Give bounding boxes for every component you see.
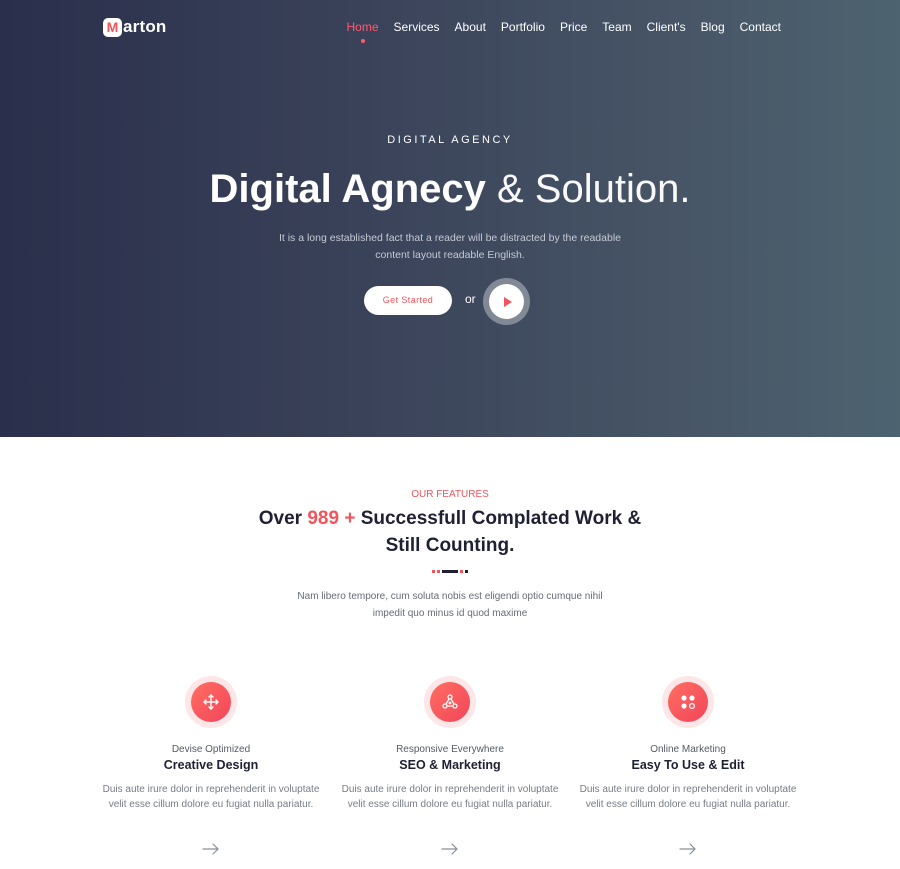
features-eyebrow: OUR FEATURES (411, 489, 489, 500)
hero-description: It is a long established fact that a rea… (278, 232, 622, 261)
logo-mark: M (103, 17, 122, 37)
hero-eyebrow: DIGITAL AGENCY (387, 134, 513, 146)
hero-title-bold: Digital Agnecy (209, 167, 486, 211)
nav-item-blog[interactable]: Blog (701, 20, 725, 34)
play-button-inner (489, 284, 524, 319)
nav-item-home[interactable]: Home (346, 20, 379, 43)
main-menu: Home Services About Portfolio Price Team… (332, 20, 781, 43)
feature-text: Duis aute irure dolor in reprehenderit i… (579, 784, 797, 810)
divider-bar (441, 570, 459, 573)
feature-subtitle: Responsive Everywhere (396, 744, 504, 755)
features-description: Nam libero tempore, cum soluta nobis est… (297, 591, 603, 619)
feature-subtitle: Devise Optimized (171, 744, 251, 755)
nav-item-portfolio[interactable]: Portfolio (501, 20, 545, 34)
feature-text: Duis aute irure dolor in reprehenderit i… (341, 784, 559, 810)
nav-item-contact[interactable]: Contact (740, 20, 781, 34)
read-more-arrow-icon[interactable] (192, 841, 230, 857)
play-icon (504, 296, 512, 307)
hero-cta-row: Get Started or (0, 278, 900, 325)
network-nodes-icon (430, 682, 470, 722)
logo-text: arton (123, 17, 167, 36)
divider-dot (436, 570, 440, 573)
section-divider (432, 570, 468, 574)
feature-subtitle: Online Marketing (650, 744, 726, 755)
divider-dot (432, 570, 435, 573)
move-arrows-icon (191, 682, 231, 722)
top-navbar: M arton Home Services About Portfolio Pr… (0, 0, 900, 56)
feature-title: Creative Design (163, 758, 259, 772)
hero-title: Digital Agnecy & Solution. (0, 165, 900, 213)
divider-dot (460, 570, 464, 573)
get-started-button[interactable]: Get Started (364, 286, 452, 315)
active-indicator-dot (360, 39, 365, 43)
features-title-pre: Over (258, 508, 308, 529)
features-title: Over 989 + Successfull Complated Work & … (245, 505, 655, 559)
hero-section: M arton Home Services About Portfolio Pr… (0, 0, 900, 437)
read-more-arrow-icon[interactable] (669, 841, 707, 857)
feature-icon-ring (185, 676, 237, 728)
brand-logo[interactable]: M arton (103, 17, 167, 37)
hero-title-light: & Solution. (497, 167, 691, 211)
read-more-arrow-icon[interactable] (431, 841, 469, 857)
features-title-post: Successfull Complated Work & Still Count… (355, 508, 642, 556)
feature-title: Easy To Use & Edit (631, 758, 745, 772)
nav-item-clients[interactable]: Client's (647, 20, 686, 34)
apps-grid-icon (668, 682, 708, 722)
nav-item-team[interactable]: Team (602, 20, 631, 34)
nav-item-price[interactable]: Price (560, 20, 587, 34)
nav-item-about[interactable]: About (455, 20, 486, 34)
play-video-button[interactable] (483, 278, 530, 325)
feature-text: Duis aute irure dolor in reprehenderit i… (102, 784, 320, 810)
feature-title: SEO & Marketing (399, 758, 501, 772)
divider-dot (465, 570, 468, 573)
nav-item-label: Home (346, 20, 379, 34)
feature-icon-ring (424, 676, 476, 728)
or-separator: or (465, 292, 476, 306)
feature-icon-ring (662, 676, 714, 728)
nav-item-services[interactable]: Services (394, 20, 440, 34)
features-count: 989 + (307, 508, 356, 529)
